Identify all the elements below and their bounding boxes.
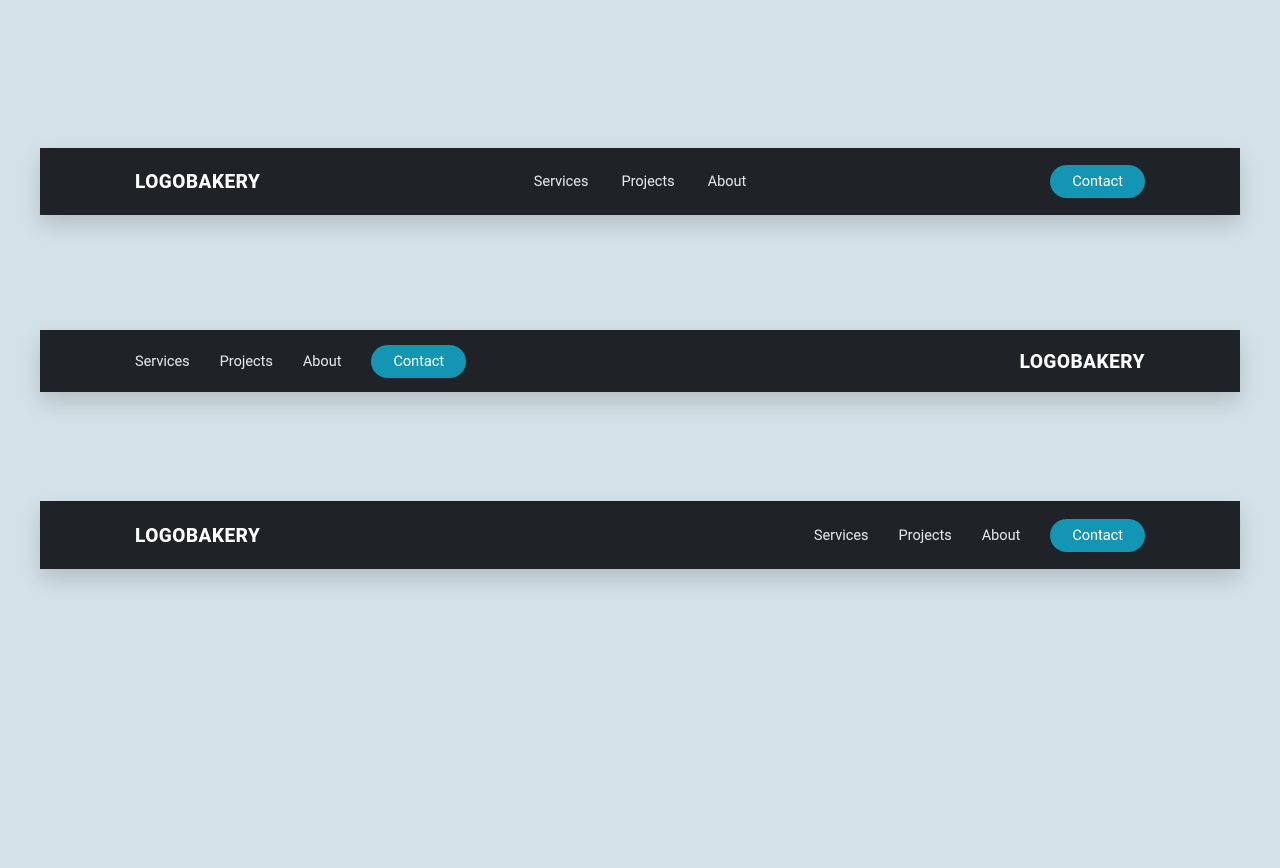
nav-link-about[interactable]: About bbox=[303, 353, 342, 370]
navbar-variant-right: LOGOBAKERY Services Projects About Conta… bbox=[40, 501, 1240, 569]
nav-links-right: Services Projects About Contact bbox=[814, 519, 1145, 552]
brand-logo[interactable]: LOGOBAKERY bbox=[135, 170, 260, 193]
nav-links-left: Services Projects About Contact bbox=[135, 345, 466, 378]
nav-link-services[interactable]: Services bbox=[534, 173, 589, 190]
nav-link-services[interactable]: Services bbox=[814, 527, 869, 544]
nav-link-projects[interactable]: Projects bbox=[621, 173, 674, 190]
nav-link-about[interactable]: About bbox=[708, 173, 747, 190]
navbar-variant-center: LOGOBAKERY Services Projects About Conta… bbox=[40, 148, 1240, 215]
nav-links-center: Services Projects About bbox=[534, 173, 746, 190]
contact-button[interactable]: Contact bbox=[1050, 165, 1145, 198]
nav-link-services[interactable]: Services bbox=[135, 353, 190, 370]
contact-button[interactable]: Contact bbox=[1050, 519, 1145, 552]
navbar-variant-left: Services Projects About Contact LOGOBAKE… bbox=[40, 330, 1240, 392]
nav-link-projects[interactable]: Projects bbox=[220, 353, 273, 370]
nav-link-about[interactable]: About bbox=[982, 527, 1021, 544]
brand-logo[interactable]: LOGOBAKERY bbox=[135, 524, 260, 547]
nav-link-projects[interactable]: Projects bbox=[899, 527, 952, 544]
brand-logo[interactable]: LOGOBAKERY bbox=[1020, 350, 1145, 373]
navbar-inner: LOGOBAKERY Services Projects About Conta… bbox=[135, 165, 1145, 198]
contact-button[interactable]: Contact bbox=[371, 345, 466, 378]
